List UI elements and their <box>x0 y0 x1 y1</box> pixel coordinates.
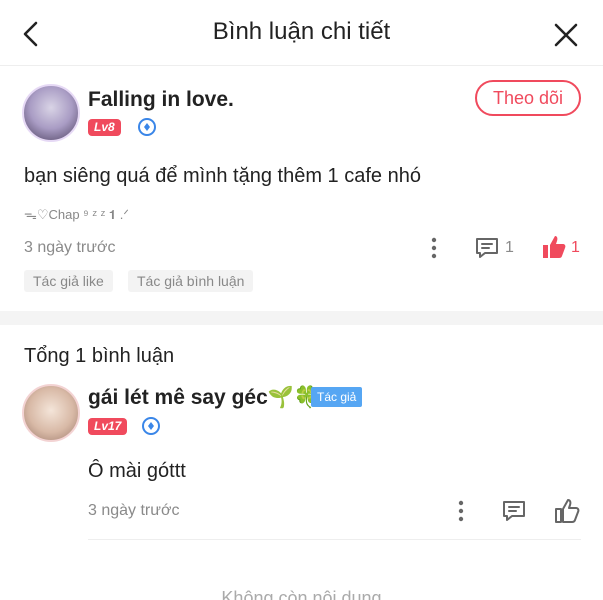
follow-button[interactable]: Theo dõi <box>475 80 581 116</box>
section-divider <box>0 311 603 325</box>
reply-level-badge: Lv17 <box>88 418 128 435</box>
more-options-icon[interactable] <box>424 236 444 260</box>
close-icon[interactable] <box>551 20 581 50</box>
like-filled-icon[interactable] <box>540 233 568 261</box>
comment-time: 3 ngày trước <box>24 239 116 256</box>
tag-author-liked: Tác giả like <box>24 270 113 292</box>
reply-verified-icon <box>142 417 160 435</box>
like-outline-icon[interactable] <box>553 497 581 525</box>
avatar[interactable] <box>22 84 80 142</box>
comment-username[interactable]: Falling in love. <box>88 88 234 112</box>
reply-time: 3 ngày trước <box>88 502 180 519</box>
reply-avatar[interactable] <box>22 384 80 442</box>
chapter-reference: ᯓ♡Chap ⁹ ᶻ ᶻ 𝟏 .ᐟ <box>24 207 129 222</box>
reply-username[interactable]: gái lét mê say géc🌱🍀 <box>88 386 320 410</box>
verified-icon <box>138 118 156 136</box>
reply-more-options-icon[interactable] <box>451 499 471 523</box>
author-badge: Tác giả <box>311 387 363 407</box>
reply-comment-icon[interactable] <box>501 498 527 524</box>
header-bar: Bình luận chi tiết <box>0 0 603 66</box>
level-badge: Lv8 <box>88 119 121 136</box>
end-of-content-label: Không còn nội dung <box>221 588 382 600</box>
like-count: 1 <box>571 239 580 256</box>
tag-author-commented: Tác giả bình luận <box>128 270 254 292</box>
reply-count: 1 <box>505 239 514 256</box>
reply-text: Ô mài góttt <box>88 460 186 482</box>
comment-text: bạn siêng quá để mình tặng thêm 1 cafe n… <box>24 165 421 187</box>
page-title: Bình luận chi tiết <box>212 18 391 45</box>
reply-comment-icon[interactable] <box>474 235 500 261</box>
total-comments-label: Tổng 1 bình luận <box>24 345 175 367</box>
reply-divider <box>88 539 581 540</box>
